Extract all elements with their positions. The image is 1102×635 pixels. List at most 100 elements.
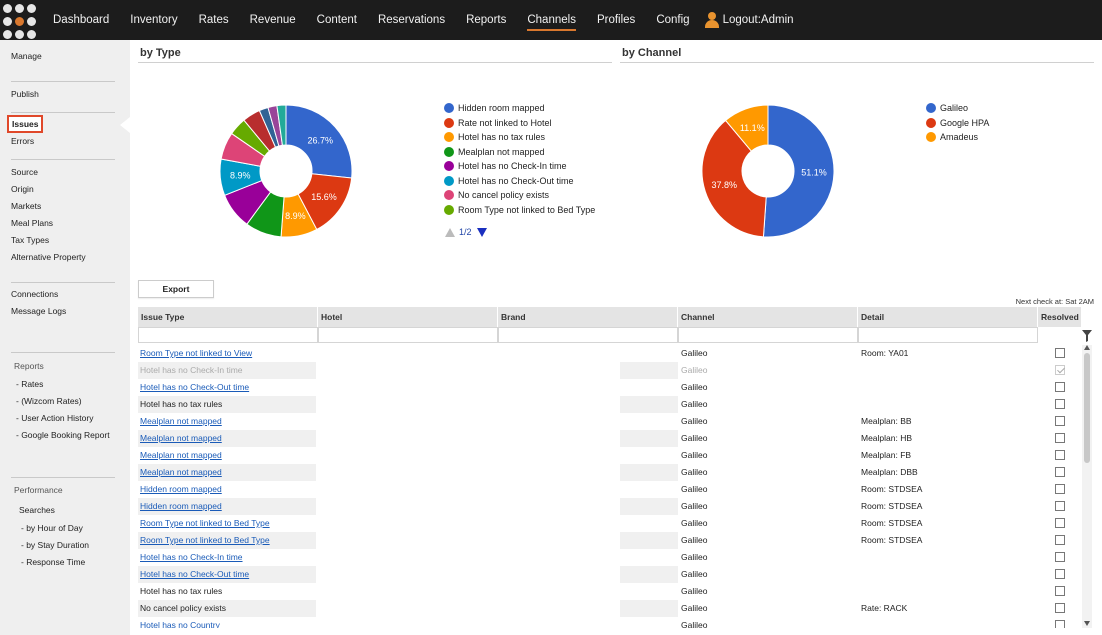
sidebar-item-publish[interactable]: Publish	[11, 89, 39, 99]
nav-item-reports[interactable]: Reports	[458, 0, 514, 40]
resolved-checkbox[interactable]	[1055, 399, 1065, 409]
resolved-checkbox[interactable]	[1055, 586, 1065, 596]
sidebar-report-link[interactable]: - Google Booking Report	[16, 430, 110, 440]
sidebar-report-link[interactable]: - User Action History	[16, 413, 93, 423]
sidebar-performance-link[interactable]: - by Hour of Day	[21, 523, 83, 533]
nav-item-dashboard[interactable]: Dashboard	[45, 0, 117, 40]
nav-item-reservations[interactable]: Reservations	[370, 0, 453, 40]
filter-icon[interactable]	[1082, 330, 1092, 342]
by-channel-donut-chart[interactable]: 51.1% 37.8% 11.1%	[700, 103, 836, 239]
scrollbar-thumb[interactable]	[1084, 353, 1090, 463]
resolved-checkbox[interactable]	[1055, 382, 1065, 392]
sidebar-report-link[interactable]: - (Wizcom Rates)	[16, 396, 82, 406]
resolved-checkbox[interactable]	[1055, 365, 1065, 375]
issue-type-link[interactable]: Room Type not linked to View	[140, 348, 252, 358]
nav-item-profiles[interactable]: Profiles	[589, 0, 643, 40]
resolved-checkbox[interactable]	[1055, 501, 1065, 511]
column-filter-input[interactable]	[318, 327, 498, 343]
legend-item[interactable]: Rate not linked to Hotel	[444, 117, 552, 128]
nav-item-config[interactable]: Config	[648, 0, 697, 40]
pager-next-icon[interactable]	[476, 227, 487, 237]
brand-cell	[620, 464, 678, 481]
column-header-brand[interactable]: Brand	[498, 307, 678, 327]
issue-type-link[interactable]: Mealplan not mapped	[140, 433, 222, 443]
sidebar-item-meal-plans[interactable]: Meal Plans	[11, 218, 53, 228]
issue-type-link[interactable]: Hotel has no Check-Out time	[140, 382, 249, 392]
column-header-issue-type[interactable]: Issue Type	[138, 307, 318, 327]
by-type-donut-chart[interactable]: 26.7% 15.6% 8.9% 8.9%	[218, 103, 354, 239]
brand-cell	[620, 583, 678, 600]
nav-item-inventory[interactable]: Inventory	[122, 0, 185, 40]
table-scrollbar[interactable]	[1082, 345, 1092, 628]
sidebar-performance-link[interactable]: - by Stay Duration	[21, 540, 89, 550]
resolved-checkbox[interactable]	[1055, 603, 1065, 613]
sidebar-performance-link[interactable]: - Response Time	[21, 557, 85, 567]
resolved-checkbox[interactable]	[1055, 518, 1065, 528]
legend-item[interactable]: Hotel has no Check-In time	[444, 161, 567, 171]
column-header-hotel[interactable]: Hotel	[318, 307, 498, 327]
legend-item[interactable]: Hotel has no Check-Out time	[444, 175, 574, 186]
sidebar-item-source[interactable]: Source	[11, 167, 38, 177]
issue-type-link[interactable]: Hotel has no Check-In time	[140, 552, 243, 562]
resolved-checkbox[interactable]	[1055, 416, 1065, 426]
issue-type-text: Hotel has no tax rules	[140, 399, 223, 409]
scroll-up-icon[interactable]	[1084, 345, 1090, 350]
issue-type-link[interactable]: Room Type not linked to Bed Type	[140, 518, 270, 528]
column-header-detail[interactable]: Detail	[858, 307, 1038, 327]
sidebar-item-tax-types[interactable]: Tax Types	[11, 235, 49, 245]
legend-item[interactable]: Room Type not linked to Bed Type	[444, 204, 595, 215]
resolved-checkbox[interactable]	[1055, 620, 1065, 628]
sidebar-item-message-logs[interactable]: Message Logs	[11, 306, 66, 316]
column-filter-input[interactable]	[678, 327, 858, 343]
sidebar-item-manage[interactable]: Manage	[11, 51, 42, 61]
legend-item[interactable]: No cancel policy exists	[444, 190, 549, 200]
nav-item-channels[interactable]: Channels	[519, 0, 584, 40]
detail-cell	[859, 617, 1037, 628]
resolved-checkbox[interactable]	[1055, 569, 1065, 579]
resolved-checkbox[interactable]	[1055, 450, 1065, 460]
sidebar-report-link[interactable]: - Rates	[16, 379, 43, 389]
sidebar-item-issues[interactable]: Issues	[7, 115, 43, 133]
issue-type-link[interactable]: Mealplan not mapped	[140, 450, 222, 460]
resolved-checkbox[interactable]	[1055, 552, 1065, 562]
resolved-checkbox[interactable]	[1055, 433, 1065, 443]
hotel-cell	[318, 362, 498, 379]
column-filter-input[interactable]	[138, 327, 318, 343]
export-button[interactable]: Export	[138, 280, 214, 298]
legend-item[interactable]: Hotel has no tax rules	[444, 132, 545, 142]
logout-button[interactable]: Logout:Admin	[704, 0, 794, 40]
legend-item[interactable]: Mealplan not mapped	[444, 146, 545, 157]
issue-type-link[interactable]: Mealplan not mapped	[140, 467, 222, 477]
table-row: Hotel has no Check-Out time Galileo	[138, 379, 1082, 396]
resolved-checkbox[interactable]	[1055, 467, 1065, 477]
nav-item-content[interactable]: Content	[309, 0, 365, 40]
resolved-checkbox[interactable]	[1055, 348, 1065, 358]
column-filter-input[interactable]	[498, 327, 678, 343]
column-filter-input[interactable]	[858, 327, 1038, 343]
sidebar-item-errors[interactable]: Errors	[11, 136, 34, 146]
legend-item[interactable]: Galileo	[926, 103, 968, 113]
column-header-resolved[interactable]: Resolved	[1038, 307, 1082, 327]
app-logo-icon[interactable]	[0, 0, 40, 40]
legend-label: Google HPA	[940, 117, 990, 128]
issue-type-link[interactable]: Hidden room mapped	[140, 501, 222, 511]
sidebar-item-markets[interactable]: Markets	[11, 201, 41, 211]
sidebar-item-alternative-property[interactable]: Alternative Property	[11, 252, 86, 262]
pager-prev-icon[interactable]	[445, 227, 455, 237]
column-header-channel[interactable]: Channel	[678, 307, 858, 327]
nav-item-revenue[interactable]: Revenue	[242, 0, 304, 40]
issue-type-link[interactable]: Mealplan not mapped	[140, 416, 222, 426]
scroll-down-icon[interactable]	[1084, 621, 1090, 626]
sidebar-item-connections[interactable]: Connections	[11, 289, 58, 299]
resolved-checkbox[interactable]	[1055, 535, 1065, 545]
nav-item-rates[interactable]: Rates	[191, 0, 237, 40]
sidebar-item-origin[interactable]: Origin	[11, 184, 34, 194]
issue-type-link[interactable]: Room Type not linked to Bed Type	[140, 535, 270, 545]
legend-item[interactable]: Google HPA	[926, 117, 990, 128]
issue-type-link[interactable]: Hotel has no Check-Out time	[140, 569, 249, 579]
issue-type-link[interactable]: Hidden room mapped	[140, 484, 222, 494]
resolved-checkbox[interactable]	[1055, 484, 1065, 494]
issue-type-link[interactable]: Hotel has no Country	[140, 620, 220, 628]
legend-item[interactable]: Amadeus	[926, 132, 978, 142]
legend-item[interactable]: Hidden room mapped	[444, 103, 545, 113]
